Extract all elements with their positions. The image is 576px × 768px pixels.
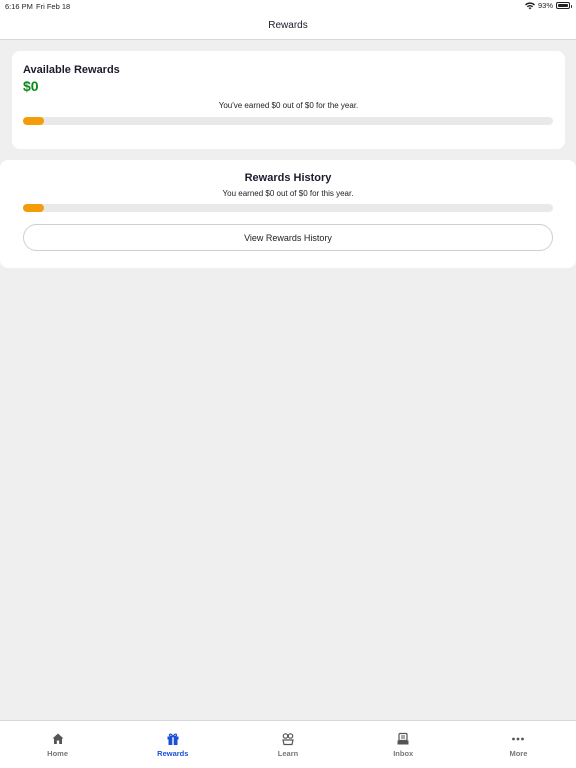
battery-icon [556,2,572,9]
status-date: Fri Feb 18 [36,2,71,11]
inbox-icon [397,732,409,745]
tab-more-label: More [509,749,528,758]
tab-inbox[interactable]: Inbox [346,721,461,768]
nav-bar: Rewards [0,12,576,40]
view-rewards-history-button[interactable]: View Rewards History [23,224,553,251]
available-rewards-title: Available Rewards [23,64,120,76]
gift-icon [167,733,179,745]
home-icon [52,733,64,744]
learn-icon [282,733,294,746]
tab-inbox-label: Inbox [393,749,414,758]
page-title: Rewards [268,20,308,31]
rewards-history-note: You earned $0 out of $0 for this year. [222,189,354,198]
tab-home-label: Home [47,749,69,758]
rewards-history-title: Rewards History [244,172,332,184]
tab-learn-label: Learn [277,749,299,758]
tab-rewards[interactable]: Rewards [115,721,230,768]
wifi-icon [524,1,535,9]
tab-learn[interactable]: Learn [230,721,345,768]
rewards-history-card: Rewards History You earned $0 out of $0 … [0,160,576,268]
available-rewards-progress [23,117,553,125]
more-icon [512,737,525,741]
rewards-history-progress [23,204,553,212]
rewards-history-progress-fill [23,204,45,212]
status-indicators: 93% [524,1,572,10]
status-bar: 6:16 PM Fri Feb 18 93% [0,0,576,12]
available-rewards-card: Available Rewards $0 You've earned $0 ou… [12,51,565,149]
tab-more[interactable]: More [461,721,576,768]
tab-bar: Home Rewards Learn Inbox More [0,720,576,768]
battery-percent: 93% [537,1,553,10]
available-rewards-progress-fill [23,117,45,125]
tab-rewards-label: Rewards [157,749,189,758]
status-time: 6:16 PM [5,2,33,11]
available-rewards-amount: $0 [23,78,39,94]
available-rewards-note: You've earned $0 out of $0 for the year. [218,101,359,110]
tab-home[interactable]: Home [0,721,115,768]
